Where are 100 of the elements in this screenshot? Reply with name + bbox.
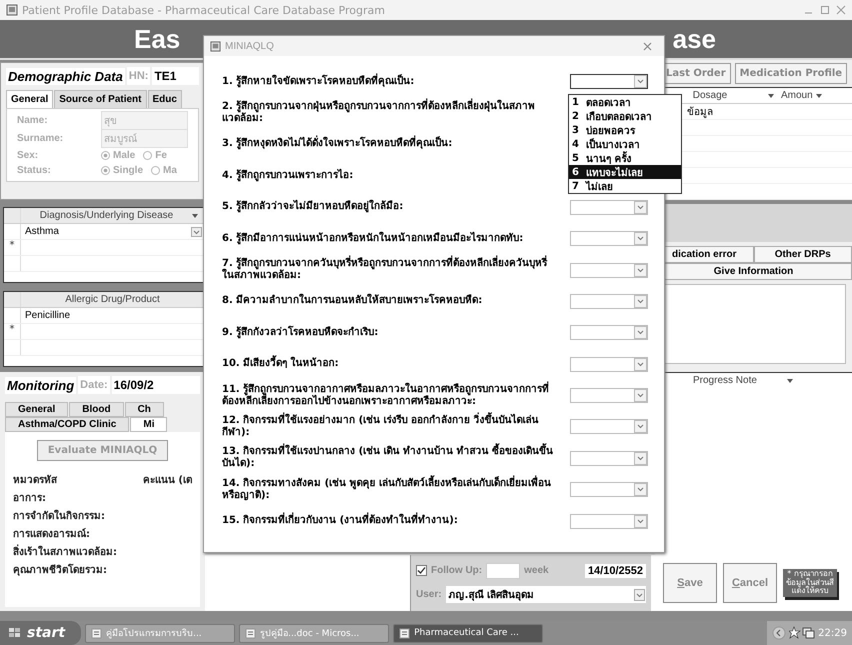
caret-icon (634, 200, 647, 214)
follow-up-label: Follow Up: (431, 565, 482, 576)
tab[interactable]: Educ (148, 90, 182, 108)
caret-icon (634, 326, 647, 340)
caret-icon (634, 452, 647, 465)
question-text: 4. รู้สึกถูกรบกวนเพราะการไอ: (222, 170, 354, 182)
question-text: 3. รู้สึกหงุดหงิดไม่ได้ดั่งใจเพราะโรคหอบหืดที่คุณเป็น: (222, 138, 558, 150)
caret-icon (634, 232, 647, 246)
category-label: สิ่งเร้าในสภาพแวดล้อม: (13, 544, 192, 559)
dropdown-option[interactable]: 1 ตลอดเวลา (569, 95, 681, 109)
table-cell-text: Asthma (24, 226, 60, 237)
dropdown-option[interactable]: 2 เกือบตลอดเวลา (569, 109, 681, 123)
checkbox[interactable] (416, 565, 427, 576)
table-cell-text: Penicilline (24, 310, 72, 321)
category-label: คุณภาพชีวิตโดยรวม: (13, 562, 108, 577)
caret-icon (634, 75, 647, 88)
network-icon[interactable] (789, 626, 816, 640)
radio-button[interactable] (143, 150, 152, 160)
dropdown-option[interactable]: 4 เป็นบางเวลา (569, 137, 681, 151)
tab[interactable]: General (6, 90, 54, 108)
column-header[interactable]: Progress Note (693, 375, 757, 386)
close-icon[interactable] (643, 42, 652, 50)
tab[interactable]: Other DRPs (754, 246, 852, 263)
radio-label: Fe (155, 150, 167, 161)
field-label: Surname: (17, 133, 64, 144)
question-text: 2. รู้สึกถูกรบกวนจากฝุ่นหรือถูกรบกวนจากการที่ต้องหลีกเลี่ยงฝุ่นในสภาพแวดล้อม: (222, 101, 558, 126)
caret-icon (634, 483, 647, 496)
question-text: 6. รู้สึกมีอาการแน่นหน้าอกหรือหนักในหน้าอกเหมือนมีอะไรมากดทับ: (222, 232, 524, 245)
question-text: 15. กิจกรรมที่เกี่ยวกับงาน (งานที่ต้องทำในที่ทำงาน): (222, 515, 558, 528)
input-field[interactable] (486, 562, 520, 579)
question-text: 1. รู้สึกหายใจขัดเพราะโรคหอบหืดที่คุณเป็น: (222, 76, 416, 88)
date-label: Date: (78, 376, 110, 394)
dialog-title: MINIAQLQ (225, 40, 274, 52)
radio-button[interactable] (151, 166, 160, 176)
windows-logo-icon (8, 627, 22, 639)
caret-icon (634, 294, 647, 308)
table-cell-text: ข้อมูล (686, 106, 713, 119)
maximize-icon[interactable] (820, 5, 830, 15)
section-title: Monitoring (5, 376, 76, 394)
radio-label: Single (113, 165, 144, 176)
column-header[interactable]: Amoun (781, 90, 813, 101)
field-label: Sex: (17, 150, 40, 161)
category-label: อาการ: (13, 492, 47, 505)
field-label: Status: (17, 165, 52, 176)
radio-button[interactable] (101, 166, 110, 176)
caret-icon (634, 358, 647, 371)
caret-icon[interactable] (768, 94, 774, 98)
caret-icon (634, 420, 647, 434)
tab[interactable]: Source of Patient (54, 90, 146, 108)
tab[interactable]: Blood (69, 402, 124, 417)
header-title: ase (672, 24, 716, 54)
window-title: Patient Profile Database - Pharmaceutical Care Database Program (22, 4, 385, 16)
question-text: 12. กิจกรรมที่ใช้แรงอย่างมาก (เช่น เร่งรีบ ออกกำลังกาย วิ่งขึ้นบันไดเล่นกีฬา): (222, 414, 558, 439)
document-icon (399, 628, 410, 638)
question-text: 11. รู้สึกถูกรบกวนจากอากาศหรือมลภาวะในอากาศหรือถูกรบกวนจากการที่ต้องหลีกเลี่ยงการออกไปข้างนอกเพราะอากาศหรือมลภาวะ: (222, 384, 550, 408)
caret-icon (634, 588, 645, 601)
caret-icon[interactable] (786, 378, 793, 382)
dropdown-option[interactable]: 5 นานๆ ครั้ง (569, 151, 681, 165)
radio-label: Ma (163, 165, 177, 176)
date-field[interactable]: 14/10/2552 (584, 564, 646, 578)
tab[interactable]: Mi (130, 417, 168, 432)
caret-icon[interactable] (816, 94, 822, 98)
tab[interactable]: Asthma/COPD Clinic (5, 417, 130, 432)
app-icon (6, 4, 18, 16)
dropdown-option[interactable]: 3 บ่อยพอควร (569, 123, 681, 137)
close-icon[interactable] (836, 5, 846, 15)
warning-note: * กรุณากรอกข้อมูลในส่วนสีแดงให้ครบ (783, 568, 837, 598)
field-label: Name: (17, 115, 49, 126)
caret-icon (634, 389, 647, 402)
question-text: 8. มีความลำบากในการนอนหลับให้สบายเพราะโรคหอบหืด: (222, 295, 484, 308)
caret-icon[interactable] (192, 214, 198, 218)
document-icon (245, 628, 256, 638)
dropdown-option[interactable]: 6 แทบจะไม่เลย (569, 165, 681, 179)
document-icon (91, 628, 102, 638)
start-button[interactable]: start (0, 621, 82, 645)
user-label: User: (416, 589, 442, 600)
caret-icon (634, 264, 647, 277)
tray-icon[interactable] (772, 626, 786, 640)
hn-field[interactable]: TE1 (152, 67, 199, 85)
hn-label: HN: (126, 67, 150, 85)
section-title: Demographic Data (6, 68, 125, 84)
answer-dropdown[interactable] (570, 74, 648, 90)
dropdown-option[interactable]: 7 ไม่เลย (569, 179, 681, 193)
unit-label: week (524, 565, 549, 576)
taskbar-item[interactable]: Pharmaceutical Care ... (393, 624, 544, 642)
question-text: 14. กิจกรรมทางสังคม (เช่น พูดคุย เล่นกับสัตว์เลี้ยงหรือเล่นกับเด็กเยี่ยมเพื่อนหรือญาติ): (222, 478, 558, 502)
dropdown-icon[interactable] (191, 226, 202, 236)
question-text: 9. รู้สึกกังวลว่าโรคหอบหืดจะกำเริบ: (222, 326, 380, 339)
user-dropdown[interactable]: ภญ.สุณี เลิศสินอุดม (446, 586, 646, 604)
app-icon (210, 40, 221, 52)
column-label: หมวดรหัส (13, 474, 57, 487)
date-field[interactable]: 16/09/2 (112, 376, 200, 394)
radio-button[interactable] (101, 150, 110, 160)
tab[interactable]: Ch (124, 402, 164, 417)
tab[interactable]: General (5, 402, 68, 417)
category-label: การจำกัดในกิจกรรม: (13, 508, 106, 523)
category-label: การแสดงอารมณ์: (13, 527, 91, 541)
clock: 22:29 (818, 628, 847, 638)
radio-label: Male (113, 150, 136, 161)
header-title: Eas (134, 24, 180, 54)
